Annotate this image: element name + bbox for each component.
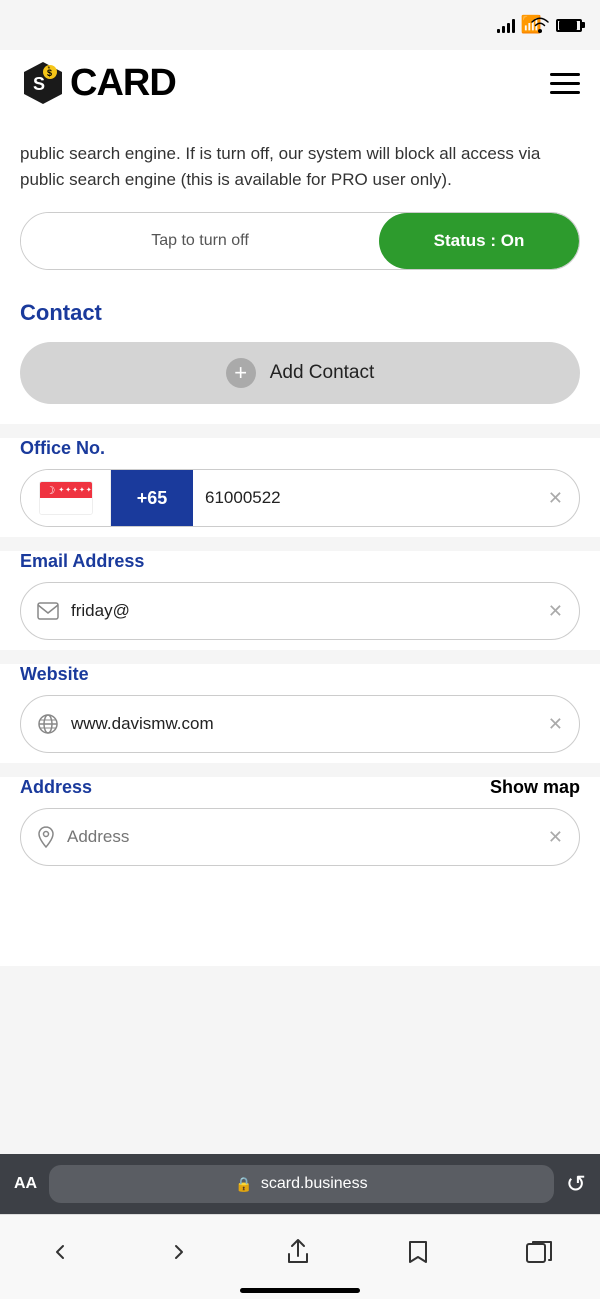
show-map-link[interactable]: Show map: [490, 777, 580, 798]
singapore-flag: ☽ ✦✦✦✦✦: [39, 481, 93, 515]
email-group: Email Address ✕: [0, 551, 600, 650]
hamburger-line: [550, 82, 580, 85]
globe-icon: [21, 713, 59, 735]
status-icons: 📶: [497, 15, 582, 35]
email-label: Email Address: [20, 551, 580, 572]
email-clear-button[interactable]: ✕: [548, 601, 579, 622]
description-text: public search engine. If is turn off, ou…: [0, 121, 600, 192]
address-field-row[interactable]: ✕: [20, 808, 580, 866]
website-label: Website: [20, 664, 580, 685]
forward-button[interactable]: [151, 1232, 207, 1272]
hamburger-line: [550, 91, 580, 94]
browser-url-bar[interactable]: 🔒 scard.business: [49, 1165, 554, 1203]
back-button[interactable]: [32, 1232, 88, 1272]
wifi-icon: [530, 17, 550, 33]
bookmarks-button[interactable]: [389, 1231, 447, 1273]
website-input[interactable]: [59, 714, 548, 734]
reload-button[interactable]: ↺: [566, 1170, 586, 1199]
header: S $ * CARD: [0, 50, 600, 121]
battery-icon: [556, 19, 582, 32]
office-no-group: Office No. ☽ ✦✦✦✦✦ +65 ✕: [0, 438, 600, 537]
address-group: Address Show map ✕: [0, 777, 600, 966]
pin-icon: [21, 826, 55, 848]
email-field-row[interactable]: ✕: [20, 582, 580, 640]
browser-url-text: scard.business: [261, 1175, 368, 1193]
email-input[interactable]: [59, 601, 548, 621]
bottom-nav: [0, 1214, 600, 1299]
email-icon: [21, 602, 59, 620]
website-group: Website ✕: [0, 664, 600, 763]
toggle-wrapper[interactable]: Tap to turn off Status : On: [20, 212, 580, 270]
tabs-button[interactable]: [510, 1231, 568, 1273]
home-indicator: [240, 1288, 360, 1293]
add-contact-button[interactable]: + Add Contact: [20, 342, 580, 404]
website-clear-button[interactable]: ✕: [548, 714, 579, 735]
hamburger-line: [550, 73, 580, 76]
toggle-status-on[interactable]: Status : On: [379, 213, 579, 269]
phone-clear-button[interactable]: ✕: [548, 488, 579, 509]
phone-code-button[interactable]: +65: [111, 470, 193, 526]
office-no-label: Office No.: [20, 438, 580, 459]
country-flag[interactable]: ☽ ✦✦✦✦✦: [21, 470, 111, 526]
address-label-row: Address Show map: [20, 777, 580, 798]
menu-button[interactable]: [550, 73, 580, 94]
browser-bar: AA 🔒 scard.business ↺: [0, 1154, 600, 1214]
office-no-field[interactable]: ☽ ✦✦✦✦✦ +65 ✕: [20, 469, 580, 527]
signal-icon: [497, 17, 515, 33]
browser-aa-button[interactable]: AA: [14, 1175, 37, 1193]
website-field-row[interactable]: ✕: [20, 695, 580, 753]
lock-icon: 🔒: [235, 1176, 252, 1193]
add-contact-label: Add Contact: [270, 362, 375, 384]
contact-section-title: Contact: [20, 300, 580, 326]
address-input[interactable]: [55, 827, 548, 847]
logo-text: CARD: [70, 62, 176, 105]
logo: S $ * CARD: [20, 60, 176, 106]
toggle-section: Tap to turn off Status : On: [0, 192, 600, 300]
logo-icon: S $ *: [20, 60, 66, 106]
phone-number-input[interactable]: [193, 488, 548, 508]
svg-text:*: *: [48, 66, 51, 73]
share-button[interactable]: [270, 1230, 326, 1274]
toggle-off-label[interactable]: Tap to turn off: [21, 213, 379, 269]
plus-icon: +: [226, 358, 256, 388]
status-bar: 📶: [0, 0, 600, 50]
address-label: Address: [20, 777, 92, 798]
address-clear-button[interactable]: ✕: [548, 827, 579, 848]
contact-section: Contact + Add Contact: [0, 300, 600, 424]
svg-text:S: S: [33, 74, 45, 94]
